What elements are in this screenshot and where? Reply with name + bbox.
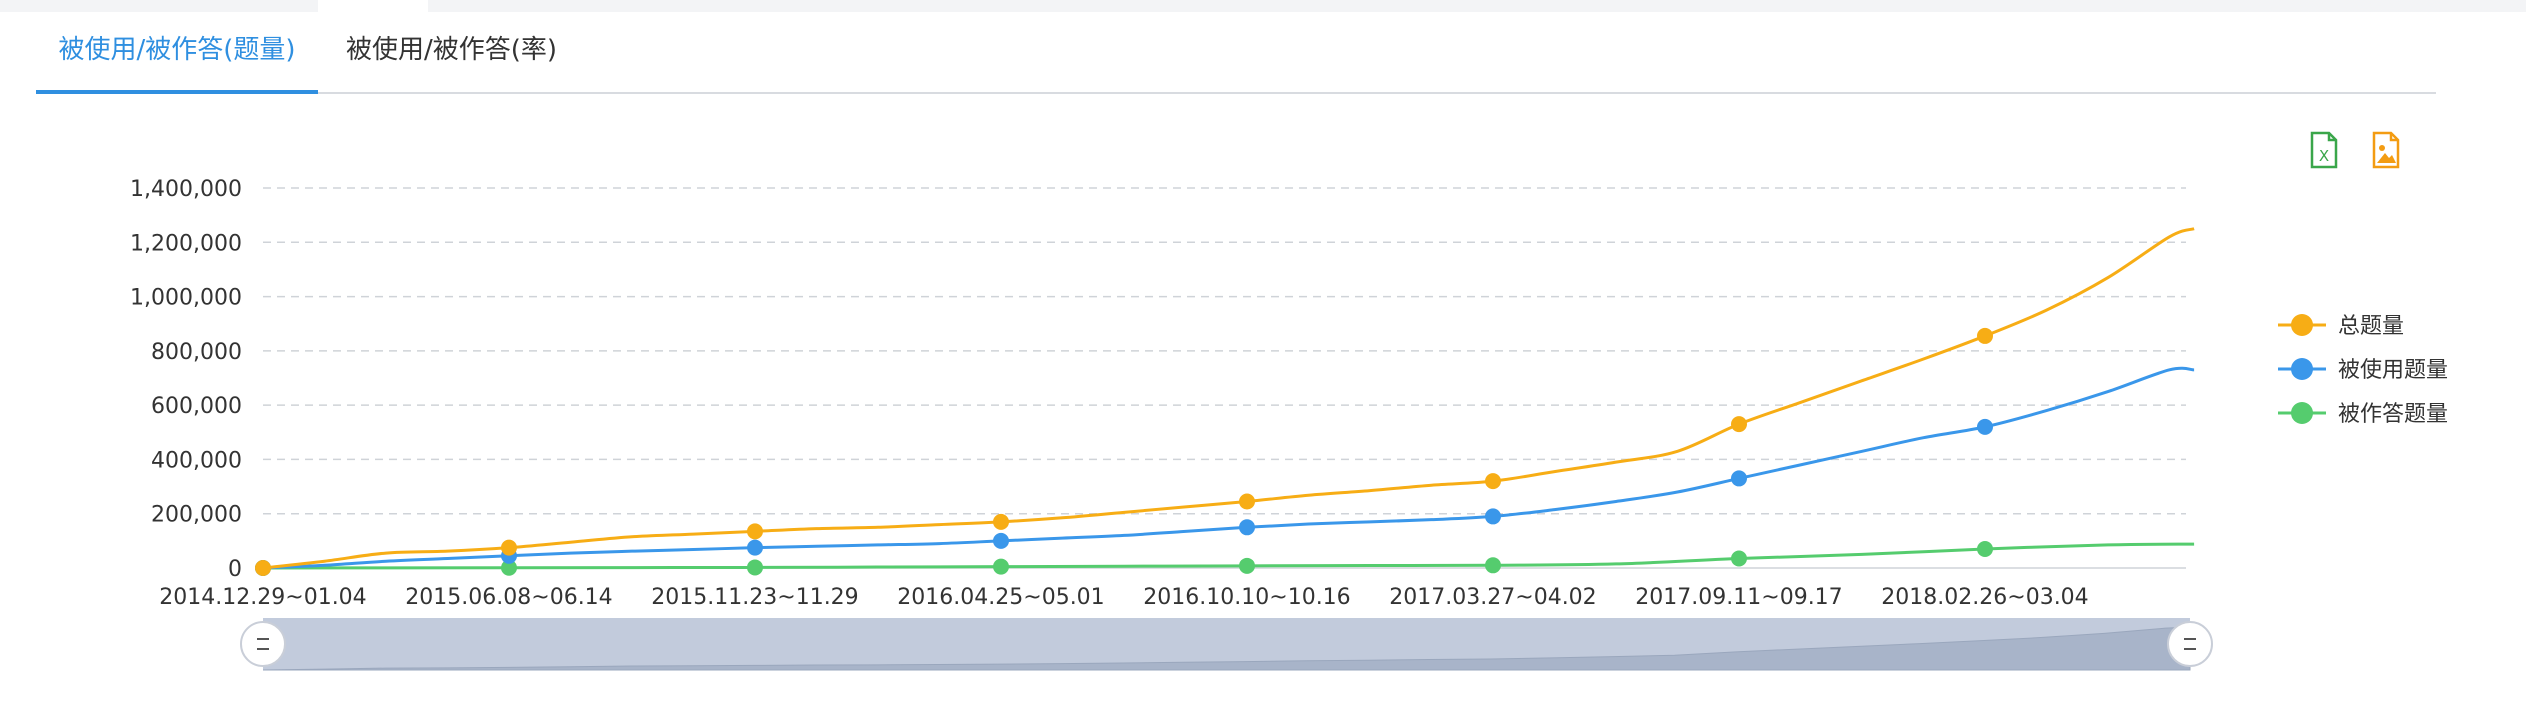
- y-tick-label: 600,000: [151, 394, 242, 419]
- zoom-handle[interactable]: [2167, 621, 2213, 667]
- y-tick-label: 0: [228, 557, 242, 582]
- legend-swatch-dot: [2291, 358, 2313, 380]
- zoom-handle[interactable]: [240, 621, 286, 667]
- y-tick-label: 200,000: [151, 503, 242, 528]
- x-tick-label: 2016.10.10~10.16: [1143, 585, 1350, 610]
- x-tick-label: 2014.12.29~01.04: [159, 585, 366, 610]
- series-line: [262, 227, 2195, 570]
- x-tick-label: 2017.09.11~09.17: [1635, 585, 1842, 610]
- data-point[interactable]: [747, 559, 763, 576]
- data-point[interactable]: [1731, 416, 1747, 433]
- data-point[interactable]: [1485, 473, 1501, 490]
- x-tick-label: 2015.11.23~11.29: [651, 585, 858, 610]
- y-tick-label: 800,000: [151, 340, 242, 365]
- legend-swatch-dot: [2291, 314, 2313, 336]
- data-point[interactable]: [1977, 327, 1993, 344]
- line-chart: 0 200,000 400,000 600,000 800,000 1,000,000 1,…: [130, 177, 2448, 671]
- data-point[interactable]: [1485, 508, 1501, 525]
- series-line: [262, 366, 2195, 570]
- x-tick-label: 2015.06.08~06.14: [405, 585, 612, 610]
- data-point[interactable]: [993, 513, 1009, 530]
- y-tick-label: 1,000,000: [130, 286, 242, 311]
- data-point[interactable]: [1239, 557, 1255, 574]
- y-tick-label: 1,200,000: [130, 231, 242, 256]
- data-point[interactable]: [1485, 557, 1501, 574]
- data-point[interactable]: [747, 523, 763, 540]
- x-tick-label: 2018.02.26~03.04: [1881, 585, 2088, 610]
- grid-lines: [263, 187, 2186, 569]
- data-zoom-slider: [240, 618, 2213, 671]
- legend-swatch-dot: [2291, 402, 2313, 424]
- legend-item[interactable]: 被使用题量: [2278, 358, 2448, 383]
- y-tick-label: 1,400,000: [130, 177, 242, 202]
- zoom-handle-knob: [2167, 621, 2213, 667]
- legend-label: 被作答题量: [2338, 402, 2448, 427]
- x-tick-label: 2017.03.27~04.02: [1389, 585, 1596, 610]
- data-point[interactable]: [1977, 541, 1993, 557]
- series-group: [255, 227, 2195, 576]
- data-point[interactable]: [993, 532, 1009, 549]
- legend-item[interactable]: 被作答题量: [2278, 402, 2448, 427]
- y-tick-label: 400,000: [151, 448, 242, 473]
- data-point[interactable]: [993, 558, 1009, 575]
- y-axis: 0 200,000 400,000 600,000 800,000 1,000,000 1,…: [130, 177, 242, 582]
- legend-label: 总题量: [2338, 314, 2404, 339]
- data-point[interactable]: [1977, 418, 1993, 435]
- x-tick-label: 2016.04.25~05.01: [897, 585, 1104, 610]
- legend-label: 被使用题量: [2338, 358, 2448, 383]
- data-point[interactable]: [1239, 493, 1255, 510]
- data-point[interactable]: [747, 539, 763, 556]
- x-axis: 2014.12.29~01.04 2015.06.08~06.14 2015.11.…: [159, 585, 2088, 610]
- data-point[interactable]: [1239, 519, 1255, 536]
- legend-item[interactable]: 总题量: [2278, 314, 2404, 339]
- data-point[interactable]: [1731, 550, 1747, 567]
- legend: 总题量被使用题量被作答题量: [2278, 314, 2448, 427]
- zoom-handle-knob: [240, 621, 286, 667]
- data-point[interactable]: [501, 539, 517, 556]
- data-point[interactable]: [1731, 470, 1747, 487]
- series-line: [262, 542, 2195, 570]
- data-point[interactable]: [255, 560, 271, 576]
